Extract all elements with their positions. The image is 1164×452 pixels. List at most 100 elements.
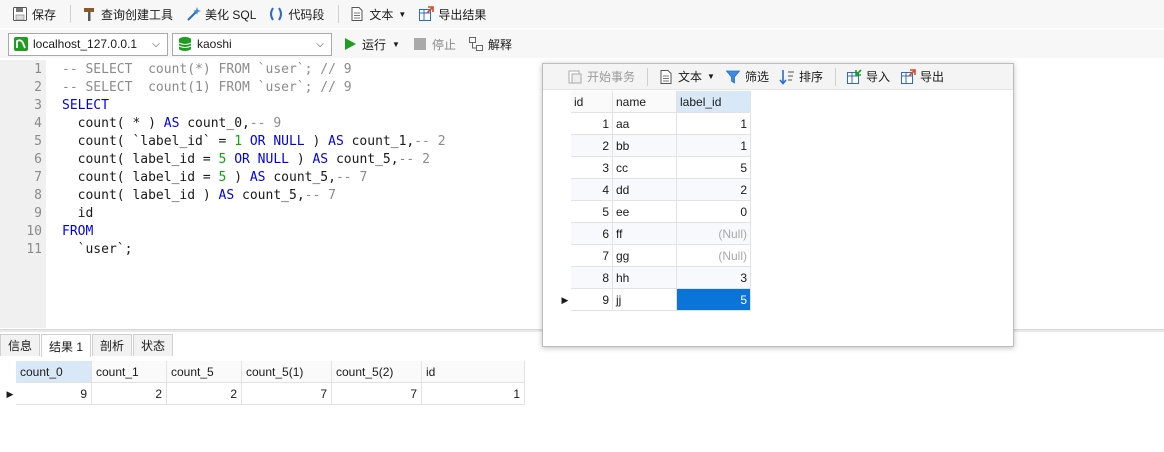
current-row-arrow-icon: ▶	[561, 294, 569, 305]
table-row[interactable]: 1 aa 1	[559, 113, 751, 135]
line-number: 6	[34, 152, 42, 167]
table-cell[interactable]: 5	[677, 157, 751, 179]
table-row[interactable]: 4 dd 2	[559, 179, 751, 201]
filter-button[interactable]: 筛选	[721, 66, 773, 88]
toolbar-divider	[70, 5, 72, 23]
save-button[interactable]: 保存	[8, 3, 60, 25]
code-line: id	[62, 206, 94, 221]
table-cell[interactable]: 3	[677, 267, 751, 289]
tab-result-1[interactable]: 结果 1	[41, 334, 92, 357]
table-row[interactable]: ▶ 9 2 2 7 7 1	[4, 383, 525, 405]
column-header-name[interactable]: name	[613, 91, 677, 113]
table-cell[interactable]: 7	[332, 383, 422, 405]
table-cell[interactable]: (Null)	[677, 223, 751, 245]
table-cell[interactable]: 7	[242, 383, 332, 405]
column-header[interactable]: count_0	[16, 361, 92, 383]
column-header[interactable]: count_5	[167, 361, 242, 383]
table-cell[interactable]: 5	[571, 201, 613, 223]
table-row[interactable]: 7 gg (Null)	[559, 245, 751, 267]
sort-button[interactable]: 排序	[775, 66, 827, 88]
row-marker	[559, 135, 571, 157]
table-row[interactable]: 2 bb 1	[559, 135, 751, 157]
table-cell[interactable]: 2	[677, 179, 751, 201]
run-button[interactable]: 运行 ▼	[338, 33, 404, 55]
export-results-button[interactable]: 导出结果	[414, 3, 490, 25]
tab-profile[interactable]: 剖析	[92, 334, 133, 356]
beautify-sql-button[interactable]: 美化 SQL	[181, 3, 260, 25]
table-cell[interactable]: 4	[571, 179, 613, 201]
table-row[interactable]: 6 ff (Null)	[559, 223, 751, 245]
table-cell[interactable]: 2	[571, 135, 613, 157]
connection-select[interactable]: localhost_127.0.0.1 ⌵	[8, 32, 168, 56]
table-cell[interactable]: ff	[613, 223, 677, 245]
table-cell[interactable]: 0	[677, 201, 751, 223]
query-builder-label: 查询创建工具	[101, 7, 174, 22]
parentheses-icon	[268, 6, 284, 22]
row-marker	[559, 245, 571, 267]
database-select[interactable]: kaoshi ⌵	[172, 32, 332, 56]
chevron-down-icon[interactable]: ▼	[398, 10, 406, 19]
column-header[interactable]: count_5(2)	[332, 361, 422, 383]
table-cell[interactable]: 9	[16, 383, 92, 405]
table-cell[interactable]: 3	[571, 157, 613, 179]
table-cell[interactable]: 1	[422, 383, 525, 405]
result-tabs: 信息 结果 1 剖析 状态	[0, 334, 174, 357]
code-snippet-label: 代码段	[288, 7, 325, 22]
table-cell[interactable]: ee	[613, 201, 677, 223]
table-cell[interactable]: 8	[571, 267, 613, 289]
table-cell[interactable]: gg	[613, 245, 677, 267]
stop-button[interactable]: 停止	[408, 33, 460, 55]
table-cell[interactable]: (Null)	[677, 245, 751, 267]
hammer-icon	[81, 6, 97, 22]
table-data-window[interactable]: 开始事务 文本 ▼ 筛选 排序 导入 导出 id name label_id 1…	[542, 63, 1014, 347]
table-cell[interactable]: bb	[613, 135, 677, 157]
code-snippet-button[interactable]: 代码段	[264, 3, 328, 25]
column-header[interactable]: count_1	[92, 361, 167, 383]
table-row[interactable]: 8 hh 3	[559, 267, 751, 289]
toolbar-divider	[834, 67, 836, 86]
table-cell[interactable]: cc	[613, 157, 677, 179]
text-view-button[interactable]: 文本 ▼	[654, 66, 719, 88]
table-cell[interactable]: 6	[571, 223, 613, 245]
table-row[interactable]: 5 ee 0	[559, 201, 751, 223]
import-label: 导入	[865, 70, 890, 84]
table-row[interactable]: ▶ 9 jj 5	[559, 289, 751, 311]
table-cell[interactable]: 1	[571, 113, 613, 135]
import-table-icon	[846, 68, 862, 85]
column-header[interactable]: count_5(1)	[242, 361, 332, 383]
document-icon	[349, 6, 365, 22]
chevron-down-icon[interactable]: ▼	[392, 40, 400, 49]
begin-transaction-button[interactable]: 开始事务	[563, 66, 639, 88]
import-button[interactable]: 导入	[842, 66, 894, 88]
column-header-id[interactable]: id	[571, 91, 613, 113]
tab-info[interactable]: 信息	[0, 334, 41, 356]
row-marker	[559, 91, 571, 113]
magic-wand-icon	[185, 6, 202, 22]
table-cell[interactable]: 7	[571, 245, 613, 267]
table-cell[interactable]: 1	[677, 113, 751, 135]
table-cell[interactable]: dd	[613, 179, 677, 201]
text-view-button[interactable]: 文本 ▼	[345, 3, 410, 25]
chevron-down-icon: ⌵	[316, 38, 324, 50]
code-line: -- SELECT count(1) FROM `user`; // 9	[62, 80, 352, 95]
tab-status[interactable]: 状态	[133, 334, 174, 356]
explain-button[interactable]: 解释	[464, 33, 516, 55]
query-builder-button[interactable]: 查询创建工具	[77, 3, 177, 25]
table-cell[interactable]: 9	[571, 289, 613, 311]
table-cell[interactable]: aa	[613, 113, 677, 135]
table-cell[interactable]: jj	[613, 289, 677, 311]
table-cell[interactable]: 1	[677, 135, 751, 157]
column-header[interactable]: id	[422, 361, 525, 383]
query-toolbar: localhost_127.0.0.1 ⌵ kaoshi ⌵ 运行 ▼ 停止 解…	[0, 30, 1164, 58]
table-cell[interactable]: 2	[167, 383, 242, 405]
column-header-label-id[interactable]: label_id	[677, 91, 751, 113]
line-number: 4	[34, 116, 42, 131]
export-button[interactable]: 导出	[896, 66, 948, 88]
table-cell[interactable]: hh	[613, 267, 677, 289]
code-line: FROM	[62, 224, 94, 239]
table-row[interactable]: 3 cc 5	[559, 157, 751, 179]
chevron-down-icon[interactable]: ▼	[707, 72, 715, 81]
code-line: count( * ) AS count_0,-- 9	[62, 116, 282, 131]
table-cell[interactable]: 2	[92, 383, 167, 405]
table-cell[interactable]: 5	[677, 289, 751, 311]
